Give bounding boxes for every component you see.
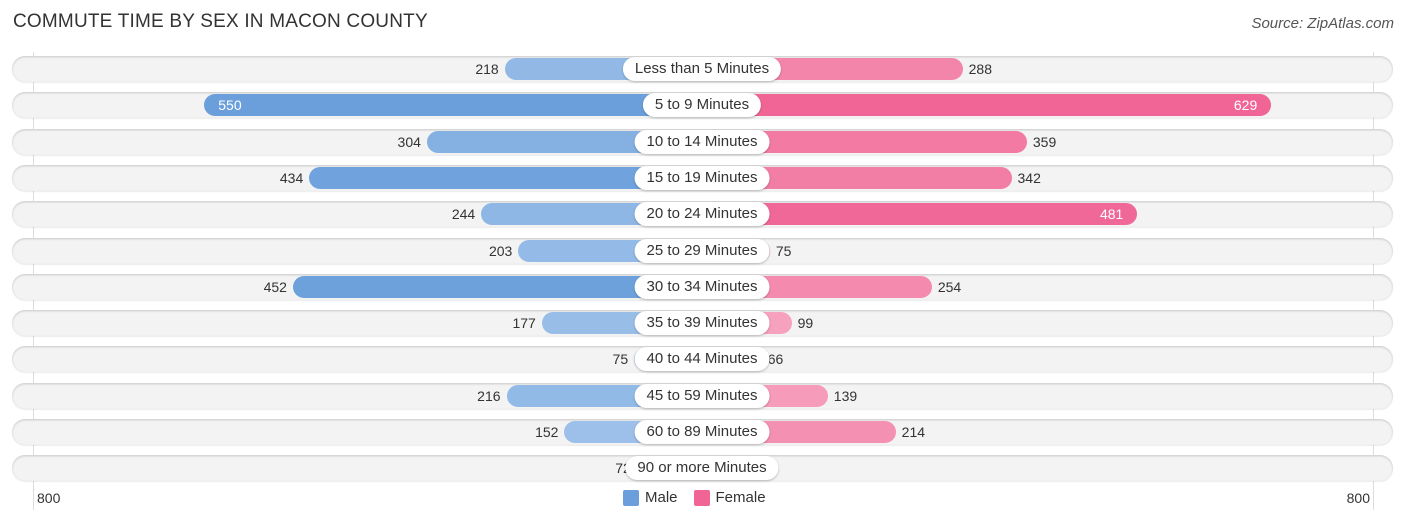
legend-label-male: Male — [645, 489, 678, 506]
legend-label-female: Female — [715, 489, 766, 506]
value-label-female: 288 — [968, 61, 992, 77]
value-label-female: 75 — [775, 242, 792, 259]
category-label: Less than 5 Minutes — [622, 57, 782, 81]
value-label-female: 359 — [1032, 133, 1057, 150]
value-label-female: 254 — [937, 278, 962, 295]
category-label: 40 to 44 Minutes — [634, 347, 770, 372]
value-label-female: 66 — [767, 351, 784, 368]
value-label-female: 139 — [833, 387, 858, 404]
category-label: 15 to 19 Minutes — [634, 165, 770, 190]
category-label: 90 or more Minutes — [625, 456, 779, 481]
chart-container: COMMUTE TIME BY SEX IN MACON COUNTY Sour… — [0, 0, 1406, 523]
value-label-female: 629 — [1233, 97, 1258, 114]
value-label-female: 342 — [1017, 169, 1041, 186]
bar-male — [204, 94, 702, 117]
category-label: 25 to 29 Minutes — [634, 238, 770, 263]
chart-title: COMMUTE TIME BY SEX IN MACON COUNTY — [13, 11, 428, 32]
value-label-male: 203 — [488, 242, 513, 259]
value-label-male: 218 — [475, 61, 499, 77]
category-label: 10 to 14 Minutes — [634, 129, 770, 154]
category-label: 45 to 59 Minutes — [634, 383, 770, 408]
legend-swatch-male — [623, 489, 639, 506]
value-label-male: 304 — [397, 133, 421, 150]
category-label: 35 to 39 Minutes — [634, 311, 770, 336]
category-label: 20 to 24 Minutes — [634, 202, 770, 227]
value-label-male: 152 — [535, 424, 559, 440]
value-label-female: 214 — [901, 424, 926, 440]
value-label-male: 452 — [263, 278, 287, 295]
legend-swatch-female — [693, 489, 710, 506]
axis-left-label: 800 — [37, 490, 61, 506]
chart-source: Source: ZipAtlas.com — [1251, 15, 1394, 32]
value-label-male: 244 — [451, 206, 476, 223]
axis-right-label: 800 — [1346, 490, 1370, 506]
value-label-male: 177 — [512, 315, 536, 332]
value-label-male: 550 — [218, 97, 242, 114]
value-label-male: 434 — [279, 169, 304, 186]
value-label-female: 481 — [1099, 206, 1124, 223]
value-label-female: 99 — [797, 315, 814, 332]
category-label: 5 to 9 Minutes — [642, 93, 762, 118]
value-label-male: 216 — [477, 387, 501, 404]
value-label-male: 75 — [612, 351, 629, 368]
category-label: 30 to 34 Minutes — [634, 274, 770, 299]
bar-female — [702, 94, 1272, 117]
legend: Male Female — [623, 489, 766, 506]
category-label: 60 to 89 Minutes — [634, 420, 770, 444]
